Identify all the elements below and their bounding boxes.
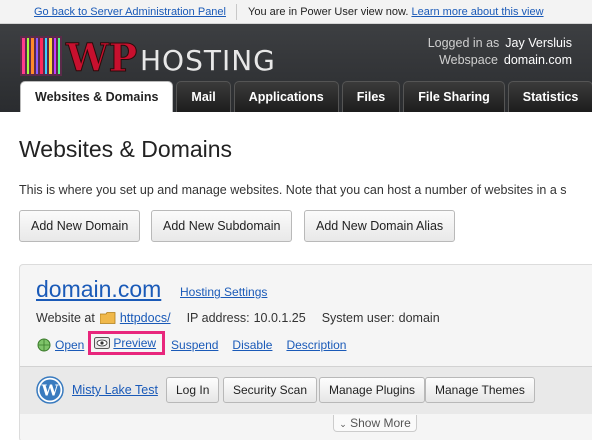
domain-actions: Open Preview Suspend Disable Description	[36, 331, 360, 355]
description-link[interactable]: Description	[286, 338, 346, 352]
user-name[interactable]: Jay Versluis	[505, 36, 572, 50]
view-mode-info: You are in Power User view now. Learn mo…	[248, 6, 544, 18]
wp-hosting-logo: WP HOSTING	[20, 35, 276, 78]
tab-files[interactable]: Files	[341, 81, 401, 112]
tab-mail[interactable]: Mail	[176, 81, 231, 112]
ip-value: 10.0.1.25	[253, 311, 306, 325]
manage-themes-button[interactable]: Manage Themes	[425, 377, 535, 403]
suspend-link[interactable]: Suspend	[171, 338, 218, 352]
manage-plugins-button[interactable]: Manage Plugins	[319, 377, 426, 403]
page-title: Websites & Domains	[19, 136, 233, 162]
svg-text:W: W	[41, 382, 60, 400]
wp-log-in-button[interactable]: Log In	[166, 377, 220, 403]
docroot-link[interactable]: httpdocs/	[120, 311, 171, 325]
open-globe-icon	[37, 338, 51, 352]
disable-link[interactable]: Disable	[232, 338, 272, 352]
ip-label: IP address:	[186, 311, 250, 325]
hosting-settings-link[interactable]: Hosting Settings	[180, 285, 267, 299]
tab-websites-domains[interactable]: Websites & Domains	[20, 81, 174, 112]
webspace-label: Webspace	[439, 53, 498, 67]
preview-link[interactable]: Preview	[113, 336, 156, 350]
add-new-subdomain-button[interactable]: Add New Subdomain	[151, 210, 293, 242]
domain-panel: domain.com Hosting Settings Website at h…	[19, 264, 592, 440]
show-more-button[interactable]: ⌄ Show More	[333, 415, 417, 432]
domain-name-link[interactable]: domain.com	[36, 276, 161, 303]
wordpress-site-link[interactable]: Misty Lake Test	[72, 383, 158, 397]
security-scan-button[interactable]: Security Scan	[223, 377, 318, 403]
tab-applications[interactable]: Applications	[233, 81, 339, 112]
add-new-domain-alias-button[interactable]: Add New Domain Alias	[304, 210, 456, 242]
add-new-domain-button[interactable]: Add New Domain	[19, 210, 141, 242]
user-info: Logged in as Jay Versluis Webspace domain.…	[428, 35, 572, 69]
view-mode-text: You are in Power User view now.	[248, 6, 409, 18]
svg-text:WP: WP	[65, 35, 137, 78]
system-user-value: domain	[398, 311, 440, 325]
header: WP HOSTING Logged in as Jay Versluis Webs…	[0, 24, 592, 112]
webspace-name[interactable]: domain.com	[504, 53, 572, 67]
divider	[236, 4, 237, 20]
preview-eye-icon	[94, 337, 111, 349]
domain-details: Website at httpdocs/ IP address: 10.0.1.…	[36, 311, 440, 325]
main-tabs: Websites & Domains Mail Applications Fil…	[20, 81, 592, 112]
tab-statistics[interactable]: Statistics	[507, 81, 592, 112]
learn-more-link[interactable]: Learn more about this view	[411, 6, 543, 18]
page-description: This is where you set up and manage webs…	[19, 183, 567, 197]
logged-in-label: Logged in as	[427, 36, 500, 50]
preview-highlight[interactable]: Preview	[88, 331, 166, 355]
back-to-server-panel-link[interactable]: Go back to Server Administration Panel	[34, 6, 226, 18]
tab-file-sharing[interactable]: File Sharing	[403, 81, 505, 112]
open-link[interactable]: Open	[55, 338, 84, 352]
website-at-label: Website at	[36, 311, 95, 325]
wordpress-site-bar: W Misty Lake Test Log In Security Scan M…	[20, 366, 592, 414]
folder-icon	[99, 312, 116, 324]
svg-text:HOSTING: HOSTING	[140, 44, 276, 77]
wordpress-icon: W	[36, 376, 64, 404]
chevron-down-icon: ⌄	[339, 419, 347, 429]
top-bar: Go back to Server Administration Panel Y…	[0, 0, 592, 24]
system-user-label: System user:	[321, 311, 395, 325]
main-content: Websites & Domains This is where you set…	[0, 112, 592, 440]
show-more-label: Show More	[350, 416, 411, 430]
